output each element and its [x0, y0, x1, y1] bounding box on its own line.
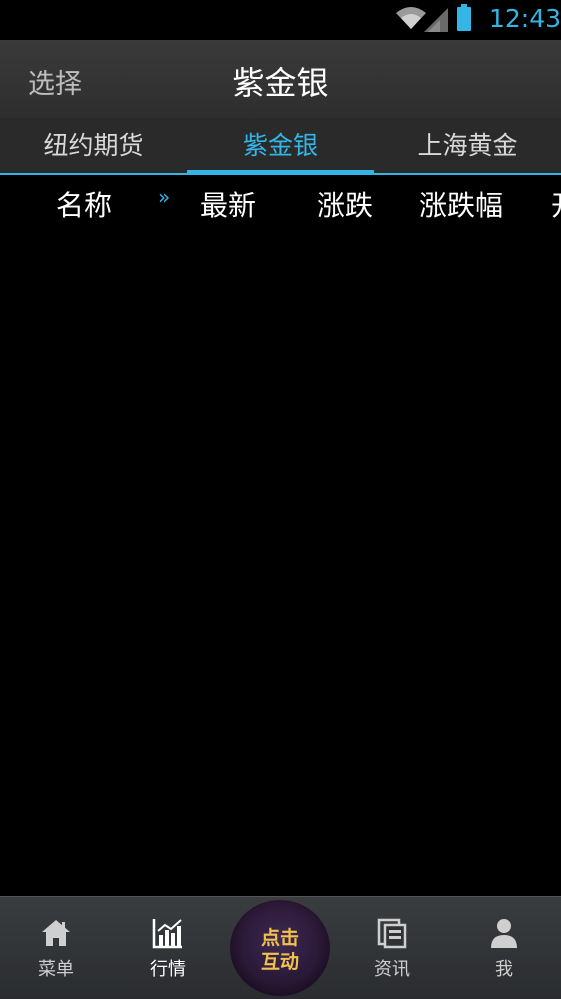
- nav-me[interactable]: 我: [464, 897, 544, 999]
- nav-news-label: 资讯: [374, 959, 410, 980]
- status-bar: 12:43: [0, 0, 561, 40]
- tab-nymex-futures[interactable]: 纽约期货: [0, 118, 187, 173]
- quote-list[interactable]: [0, 227, 561, 896]
- column-change-pct[interactable]: 涨跌幅: [419, 184, 503, 224]
- signal-icon: [424, 8, 448, 32]
- tab-zijin-silver[interactable]: 紫金银: [187, 118, 374, 174]
- scroll-right-icon: »: [158, 185, 171, 209]
- nav-me-label: 我: [495, 959, 513, 980]
- column-change[interactable]: 涨跌: [317, 184, 373, 224]
- nav-menu-label: 菜单: [38, 959, 74, 980]
- news-icon: [377, 918, 407, 949]
- home-icon: [42, 920, 70, 946]
- person-icon: [491, 919, 517, 948]
- nav-menu[interactable]: 菜单: [16, 897, 96, 999]
- title-bar: 选择 紫金银: [0, 40, 561, 118]
- status-time: 12:43: [489, 4, 561, 33]
- interact-button-line1: 点击: [260, 927, 299, 949]
- interact-button-line2: 互动: [260, 951, 299, 973]
- column-latest[interactable]: 最新: [200, 184, 256, 224]
- page-title: 紫金银: [232, 64, 329, 102]
- tab-shanghai-gold[interactable]: 上海黄金: [374, 118, 561, 173]
- nav-market-label: 行情: [150, 959, 186, 980]
- tab-divider: [0, 173, 561, 175]
- column-open-partial[interactable]: 开: [551, 184, 561, 224]
- tab-bar: 纽约期货 紫金银 上海黄金: [0, 118, 561, 175]
- chart-icon: [152, 919, 182, 949]
- battery-icon: [457, 4, 471, 31]
- column-name[interactable]: 名称: [56, 184, 112, 224]
- interact-button[interactable]: 点击 互动: [230, 900, 330, 996]
- nav-market[interactable]: 行情: [128, 897, 208, 999]
- column-header: 名称 » 最新 涨跌 涨跌幅 开: [0, 177, 561, 227]
- wifi-icon: [396, 7, 426, 29]
- nav-news[interactable]: 资讯: [352, 897, 432, 999]
